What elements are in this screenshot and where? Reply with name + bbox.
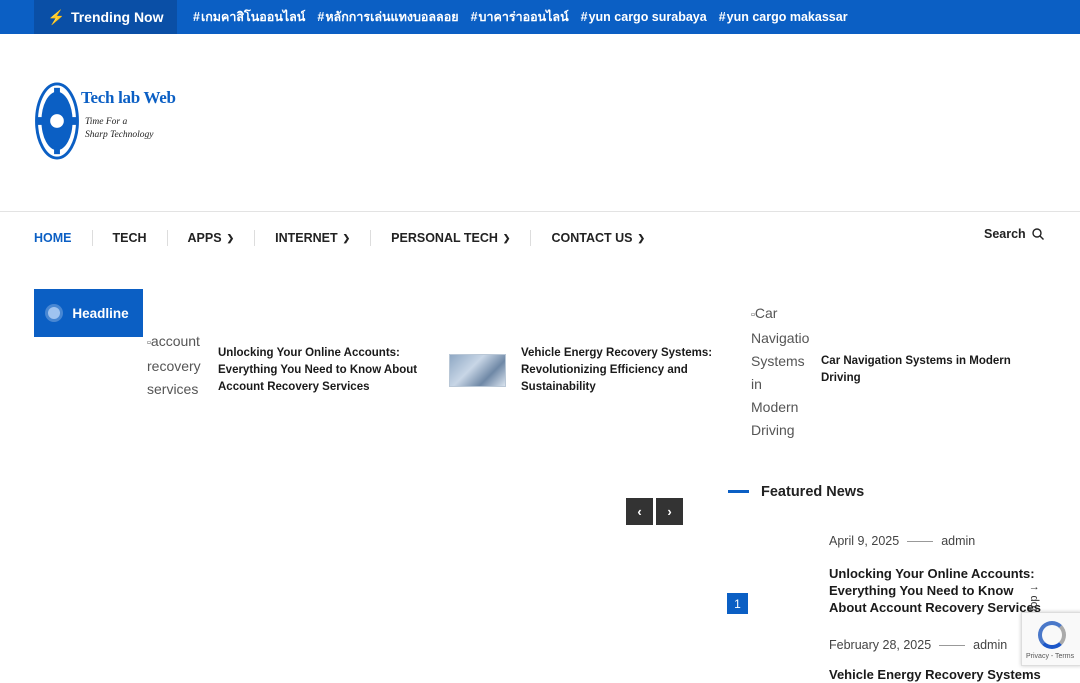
logo-tagline: Time For a Sharp Technology (85, 116, 154, 142)
search-icon (1032, 228, 1044, 240)
broken-image-alt: ▫account recovery services (147, 333, 201, 397)
nav-label: PERSONAL TECH (391, 231, 498, 245)
pulse-dot-icon (48, 307, 61, 319)
post-date[interactable]: April 9, 2025 (829, 534, 899, 548)
tag-label: yun cargo surabaya (588, 10, 707, 24)
nav-label: APPS (187, 231, 222, 245)
chevron-right-icon: › (667, 504, 672, 519)
headline-item[interactable]: Vehicle Energy Recovery Systems: Revolut… (449, 345, 721, 396)
trending-tag[interactable]: #บาคาร่าออนไลน์ (471, 7, 569, 27)
nav-item-internet[interactable]: INTERNET ❯ (275, 231, 350, 245)
trending-tag[interactable]: #เกมคาสิโนออนไลน์ (193, 7, 305, 27)
logo-tagline-line: Time For a (85, 117, 128, 127)
image-alt-text: Car Navigation Systems in Modern Driving (751, 305, 809, 438)
trending-tags: #เกมคาสิโนออนไลน์ #หลักการเล่นแทงบอลลอย … (193, 0, 848, 34)
nav-separator (254, 230, 256, 246)
main-nav: HOME TECH APPS ❯ INTERNET ❯ PERSONAL TECH ❯… (34, 226, 645, 250)
nav-separator (370, 230, 372, 246)
trending-label: ⚡ Trending Now (34, 0, 177, 34)
headline-label: Headline (72, 305, 129, 321)
recaptcha-links[interactable]: Privacy - Terms (1026, 653, 1074, 660)
nav-separator (530, 230, 532, 246)
headline-badge: Headline (34, 289, 143, 337)
gear-logo-icon (35, 82, 79, 160)
arrow-up-icon: ↓ (1028, 585, 1040, 592)
section-accent-bar (728, 490, 749, 493)
post-author[interactable]: admin (973, 638, 1007, 652)
lightning-icon: ⚡ (47, 8, 65, 25)
trending-tag[interactable]: #yun cargo surabaya (581, 10, 707, 24)
search-label: Search (984, 227, 1026, 241)
nav-label: TECH (112, 231, 147, 245)
recaptcha-badge[interactable]: Privacy - Terms (1021, 612, 1080, 666)
post-meta: April 9, 2025 admin (829, 534, 975, 548)
logo-brand: Tech lab Web (81, 88, 176, 107)
logo-tagline-line: Sharp Technology (85, 130, 154, 140)
nav-separator (166, 230, 168, 246)
headline-item[interactable]: ▫account recovery services Unlocking You… (147, 330, 428, 401)
nav-item-home[interactable]: HOME (34, 231, 72, 245)
nav-item-apps[interactable]: APPS ❯ (188, 231, 235, 245)
chevron-down-icon: ❯ (226, 232, 235, 243)
nav-divider (0, 211, 1080, 212)
trending-bar: ⚡ Trending Now #เกมคาสิโนออนไลน์ #หลักกา… (0, 0, 1080, 34)
next-button[interactable]: › (656, 498, 683, 525)
recaptcha-icon (1038, 621, 1066, 649)
headline-thumbnail[interactable] (449, 354, 506, 387)
nav-label: INTERNET (275, 231, 338, 245)
nav-separator (91, 230, 93, 246)
meta-divider (939, 644, 966, 646)
chevron-down-icon: ❯ (502, 232, 511, 243)
nav-item-contact-us[interactable]: CONTACT US ❯ (551, 231, 645, 245)
tag-label: yun cargo makassar (726, 10, 848, 24)
tag-label: เกมคาสิโนออนไลน์ (200, 10, 306, 24)
post-date[interactable]: February 28, 2025 (829, 638, 931, 652)
tag-label: บาคาร่าออนไลน์ (478, 10, 569, 24)
trending-label-text: Trending Now (70, 9, 164, 25)
broken-image-alt: ▫Car Navigation Systems in Modern Drivin… (751, 302, 809, 442)
nav-item-tech[interactable]: TECH (113, 231, 147, 245)
headline-item[interactable]: ▫Car Navigation Systems in Modern Drivin… (751, 302, 1031, 442)
headline-title[interactable]: Car Navigation Systems in Modern Driving (821, 353, 1031, 442)
trending-tag[interactable]: #yun cargo makassar (719, 10, 848, 24)
nav-item-personal-tech[interactable]: PERSONAL TECH ❯ (391, 231, 510, 245)
meta-divider (907, 540, 934, 542)
post-meta: February 28, 2025 admin (829, 638, 1007, 652)
search-button[interactable]: Search (984, 227, 1044, 241)
featured-news-title: Featured News (761, 484, 865, 500)
rank-badge: 1 (727, 593, 748, 614)
headline-title[interactable]: Vehicle Energy Recovery Systems: Revolut… (521, 345, 721, 396)
site-logo[interactable]: Tech lab Web Time For a Sharp Technology (34, 80, 176, 164)
post-author[interactable]: admin (941, 534, 975, 548)
image-alt-text: account recovery services (147, 333, 201, 397)
trending-tag[interactable]: #หลักการเล่นแทงบอลลอย (317, 7, 458, 27)
chevron-down-icon: ❯ (637, 232, 646, 243)
prev-button[interactable]: ‹ (626, 498, 653, 525)
nav-label: HOME (34, 231, 72, 245)
tag-label: หลักการเล่นแทงบอลลอย (325, 10, 459, 24)
headline-title[interactable]: Unlocking Your Online Accounts: Everythi… (218, 345, 428, 401)
chevron-left-icon: ‹ (637, 504, 642, 519)
nav-label: CONTACT US (551, 231, 633, 245)
featured-post-title[interactable]: Unlocking Your Online Accounts: Everythi… (829, 565, 1049, 616)
chevron-down-icon: ❯ (342, 232, 351, 243)
